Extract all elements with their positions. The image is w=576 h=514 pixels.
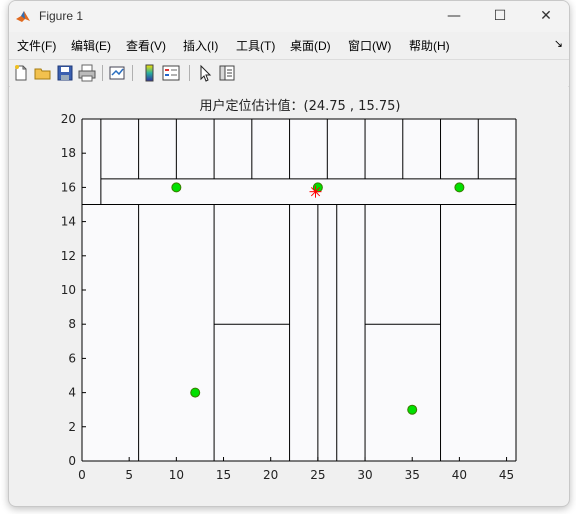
y-tick-label: 14 — [61, 215, 76, 229]
menu-desktop[interactable]: 桌面(D) — [290, 37, 331, 54]
title-bar: Figure 1 — ☐ ✕ — [9, 1, 569, 32]
menu-window[interactable]: 窗口(W) — [348, 37, 391, 54]
menu-insert[interactable]: 插入(I) — [183, 37, 218, 54]
save-icon[interactable] — [55, 63, 75, 83]
chart-title: 用户定位估计值：(24.75 , 15.75) — [200, 98, 401, 114]
x-tick-label: 5 — [125, 468, 133, 482]
x-tick-label: 40 — [452, 468, 467, 482]
x-tick-label: 15 — [216, 468, 231, 482]
anchor-point — [171, 182, 182, 193]
new-figure-icon[interactable] — [11, 63, 31, 83]
toolbar-separator — [102, 65, 103, 81]
x-tick-label: 35 — [405, 468, 420, 482]
pointer-icon[interactable] — [195, 63, 215, 83]
open-file-icon[interactable] — [33, 63, 53, 83]
menu-file[interactable]: 文件(F) — [17, 37, 56, 54]
menu-bar: 文件(F) 编辑(E) 查看(V) 插入(I) 工具(T) 桌面(D) 窗口(W… — [9, 33, 569, 57]
anchor-point — [454, 182, 465, 193]
x-tick-label: 0 — [78, 468, 86, 482]
x-tick-label: 20 — [263, 468, 278, 482]
anchor-point — [407, 404, 418, 415]
colorbar-icon[interactable] — [139, 63, 159, 83]
y-tick-label: 20 — [61, 112, 76, 126]
y-tick-label: 12 — [61, 249, 76, 263]
minimize-button[interactable]: — — [439, 5, 469, 27]
x-tick-label: 10 — [169, 468, 184, 482]
menu-view[interactable]: 查看(V) — [126, 37, 166, 54]
toolbar-separator — [189, 65, 190, 81]
menu-edit[interactable]: 编辑(E) — [71, 37, 111, 54]
axes-background — [82, 119, 516, 461]
y-tick-label: 6 — [68, 351, 76, 365]
property-editor-icon[interactable] — [217, 63, 237, 83]
x-tick-label: 45 — [499, 468, 514, 482]
y-tick-label: 16 — [61, 180, 76, 194]
y-tick-label: 2 — [68, 420, 76, 434]
menu-help[interactable]: 帮助(H) — [409, 37, 450, 54]
figure-canvas: 用户定位估计值：(24.75 , 15.75) 0 5 10 15 20 25 30 35 40… — [10, 86, 568, 505]
x-tick-label: 30 — [357, 468, 372, 482]
maximize-button[interactable]: ☐ — [485, 5, 515, 27]
x-tick-label: 25 — [310, 468, 325, 482]
menu-tools[interactable]: 工具(T) — [236, 37, 275, 54]
legend-icon[interactable] — [161, 63, 181, 83]
figure-window: Figure 1 — ☐ ✕ 文件(F) 编辑(E) 查看(V) 插入(I) 工… — [8, 0, 570, 507]
link-plot-icon[interactable] — [107, 63, 127, 83]
print-icon[interactable] — [77, 63, 97, 83]
estimate-star-marker — [309, 185, 322, 198]
toolbar — [9, 59, 569, 87]
toolbar-separator — [132, 65, 133, 81]
matlab-icon — [16, 11, 30, 22]
floorplan-chart[interactable]: 用户定位估计值：(24.75 , 15.75) 0 5 10 15 20 25 30 35 40… — [10, 86, 568, 505]
y-tick-label: 4 — [68, 386, 76, 400]
y-tick-label: 8 — [68, 317, 76, 331]
window-title: Figure 1 — [39, 9, 84, 23]
close-button[interactable]: ✕ — [531, 5, 561, 27]
anchor-point — [190, 387, 201, 398]
y-tick-label: 18 — [61, 146, 76, 160]
dock-arrow-icon[interactable]: ↘ — [554, 37, 563, 50]
y-tick-label: 0 — [68, 454, 76, 468]
y-tick-label: 10 — [61, 283, 76, 297]
